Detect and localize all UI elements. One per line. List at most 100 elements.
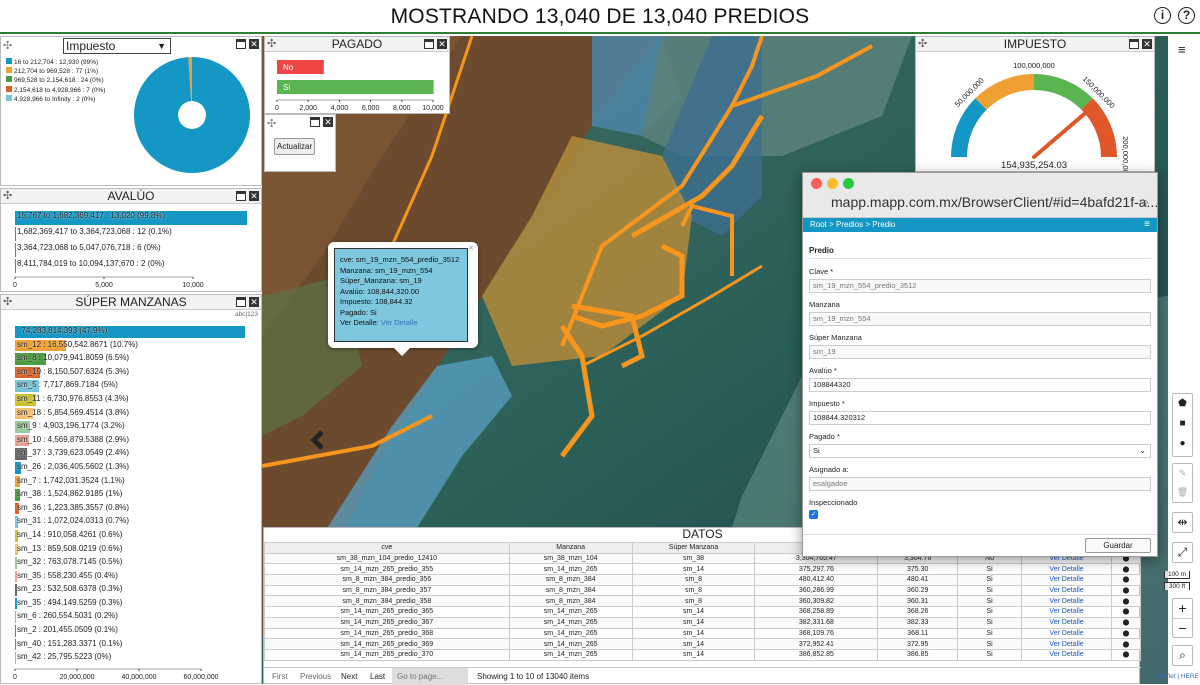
close-icon[interactable]: ✕ — [249, 191, 259, 201]
ver-detalle-link[interactable]: Ver Detalle — [1021, 616, 1112, 629]
move-handle-icon[interactable]: ✣ — [3, 39, 12, 52]
map-pin-icon[interactable]: ⬤ — [1110, 584, 1142, 597]
map-pin-icon[interactable]: ⬤ — [1110, 595, 1142, 608]
move-handle-icon[interactable]: ✣ — [267, 117, 276, 130]
pagado-bar[interactable] — [277, 80, 434, 94]
close-icon[interactable]: ✕ — [249, 297, 259, 307]
table-row[interactable]: sm_14_mzn_265_predio_368 sm_14_mzn_265 sm_… — [264, 627, 1142, 640]
window-close-button[interactable] — [811, 178, 822, 189]
fullscreen-icon[interactable]: ⤢ — [1172, 542, 1193, 563]
bar-row[interactable]: sm_10 : 4,569,879.5388 (2.9%) — [15, 434, 260, 448]
help-icon[interactable]: ? — [1178, 7, 1195, 24]
minimize-icon[interactable] — [424, 39, 434, 49]
bar-row[interactable]: sm_37 : 3,739,623.0549 (2.4%) — [15, 447, 260, 461]
minimize-icon[interactable] — [236, 191, 246, 201]
field-input[interactable]: 108844320 — [809, 378, 1151, 392]
bar-row[interactable]: 8,411,784,019 to 10,094,137,670 : 2 (0%) — [15, 258, 260, 274]
bar-row[interactable]: 3,364,723,068 to 5,047,076,718 : 6 (0%) — [15, 242, 260, 258]
delete-icon[interactable]: 🗑 — [1173, 483, 1192, 502]
bar-row[interactable]: sm_18 : 5,854,569.4514 (3.8%) — [15, 407, 260, 421]
sort-numeric-toggle[interactable]: 123 — [247, 311, 258, 318]
move-handle-icon[interactable]: ✣ — [3, 295, 12, 310]
table-row[interactable]: sm_8_mzn_384_predio_357 sm_8_mzn_384 sm_8 3… — [264, 584, 1142, 597]
zoom-in-button[interactable]: + — [1173, 599, 1192, 619]
sort-alpha-toggle[interactable]: abc — [235, 311, 245, 318]
polygon-tool-icon[interactable]: ⬟ — [1173, 394, 1192, 414]
search-icon[interactable]: ⌕ — [1142, 195, 1149, 210]
close-icon[interactable]: ✕ — [437, 39, 447, 49]
bar-row[interactable]: 1,682,369,417 to 3,364,723,068 : 12 (0.1… — [15, 226, 260, 242]
hamburger-menu-icon[interactable]: ≡ — [1178, 42, 1186, 57]
minimize-icon[interactable] — [310, 117, 320, 127]
ver-detalle-link[interactable]: Ver Detalle — [1021, 627, 1112, 640]
move-handle-icon[interactable]: ✣ — [918, 37, 927, 52]
window-maximize-button[interactable] — [843, 178, 854, 189]
bar-row[interactable]: sm_7 : 1,742,031.3524 (1.1%) — [15, 475, 260, 489]
table-row[interactable]: sm_14_mzn_265_predio_367 sm_14_mzn_265 sm_… — [264, 616, 1142, 629]
bar-row[interactable]: sm_35 : 494,149.5259 (0.3%) — [15, 597, 260, 611]
minimize-icon[interactable] — [236, 39, 246, 49]
bar-row[interactable]: sm_11 : 6,730,976.8553 (4.3%) — [15, 393, 260, 407]
breadcrumb-text[interactable]: Root > Predios > Predio — [810, 220, 895, 229]
column-header[interactable]: Súper Manzana — [631, 542, 756, 554]
bar-row[interactable]: sm_35 : 558,230.455 (0.4%) — [15, 570, 260, 584]
bar-row[interactable]: sm_5 : 7,717,869.7184 (5%) — [15, 379, 260, 393]
popup-detalle-link[interactable]: Ver Detalle — [381, 318, 418, 327]
close-icon[interactable]: ✕ — [323, 117, 333, 127]
inspeccionado-checkbox[interactable]: ✓ — [809, 510, 818, 519]
ver-detalle-link[interactable]: Ver Detalle — [1021, 606, 1112, 618]
bar-row[interactable]: sm_40 : 151,283.3371 (0.1%) — [15, 638, 260, 652]
table-row[interactable]: sm_14_mzn_265_predio_370 sm_14_mzn_265 sm_… — [264, 648, 1142, 661]
magnifier-icon[interactable]: ⌕ — [1172, 645, 1193, 666]
goto-page-input[interactable] — [392, 668, 468, 685]
map-pin-icon[interactable]: ⬤ — [1110, 648, 1142, 661]
bar-row[interactable]: sm_31 : 1,072,024.0313 (0.7%) — [15, 515, 260, 529]
bar-row[interactable]: sm_42 : 25,795.5223 (0%) — [15, 651, 260, 665]
menu-icon[interactable]: ≡ — [1144, 218, 1150, 232]
bar-row[interactable]: sm_19 : 8,150,507.6324 (5.3%) — [15, 366, 260, 380]
table-row[interactable]: sm_14_mzn_265_predio_355 sm_14_mzn_265 sm_… — [264, 563, 1142, 576]
table-row[interactable]: sm_8_mzn_384_predio_358 sm_8_mzn_384 sm_8 3… — [264, 595, 1142, 608]
map-pin-icon[interactable]: ⬤ — [1110, 574, 1142, 586]
variable-select[interactable]: Impuesto ▼ — [63, 38, 171, 54]
pager-last-button[interactable]: Last — [370, 672, 385, 681]
bar-row[interactable]: sm_9 : 4,903,196.1774 (3.2%) — [15, 420, 260, 434]
bar-row[interactable]: sm_8 : 10,079,941.8059 (6.5%) — [15, 352, 260, 366]
map-pin-icon[interactable]: ⬤ — [1110, 616, 1142, 629]
bar-row[interactable]: sm_32 : 763,078.7145 (0.5%) — [15, 556, 260, 570]
bar-row[interactable]: sm_2 : 201,455.0509 (0.1%) — [15, 624, 260, 638]
close-icon[interactable]: ✕ — [249, 39, 259, 49]
info-icon[interactable]: i — [1154, 7, 1171, 24]
circle-tool-icon[interactable]: ● — [1173, 434, 1192, 454]
bar-row[interactable]: sm_36 : 1,223,385.3557 (0.8%) — [15, 502, 260, 516]
ver-detalle-link[interactable]: Ver Detalle — [1021, 584, 1112, 597]
edit-icon[interactable]: ✎ — [1173, 464, 1192, 483]
bar-row[interactable]: sm_26 : 2,036,405.5602 (1.3%) — [15, 461, 260, 475]
rectangle-tool-icon[interactable]: ■ — [1173, 414, 1192, 434]
bar-row[interactable]: sm_6 : 260,554.5031 (0.2%) — [15, 610, 260, 624]
pager-first-button[interactable]: First — [272, 672, 288, 681]
column-header[interactable]: Manzana — [508, 542, 633, 554]
zoom-out-button[interactable]: − — [1173, 619, 1192, 638]
bar-row[interactable]: sm_12 : 16,550,542.8671 (10.7%) — [15, 339, 260, 353]
popup-close-button[interactable]: × — [468, 243, 474, 254]
bar-row[interactable]: sm_38 : 1,524,862.9185 (1%) — [15, 488, 260, 502]
close-icon[interactable]: ✕ — [1142, 39, 1152, 49]
table-row[interactable]: sm_8_mzn_384_predio_356 sm_8_mzn_384 sm_8 4… — [264, 574, 1142, 586]
bar-row[interactable]: sm_14 : 910,058.4261 (0.6%) — [15, 529, 260, 543]
move-handle-icon[interactable]: ✣ — [3, 189, 12, 204]
split-view-icon[interactable]: ⇹ — [1172, 512, 1193, 533]
ver-detalle-link[interactable]: Ver Detalle — [1021, 648, 1112, 661]
move-handle-icon[interactable]: ✣ — [267, 37, 276, 52]
actualizar-button[interactable]: Actualizar — [274, 138, 316, 155]
minimize-icon[interactable] — [236, 297, 246, 307]
minimize-icon[interactable] — [1129, 39, 1139, 49]
map-pin-icon[interactable]: ⬤ — [1110, 563, 1142, 576]
ver-detalle-link[interactable]: Ver Detalle — [1021, 563, 1112, 576]
ver-detalle-link[interactable]: Ver Detalle — [1021, 638, 1112, 650]
table-row[interactable]: sm_14_mzn_265_predio_365 sm_14_mzn_265 sm_… — [264, 606, 1142, 618]
table-row[interactable]: sm_14_mzn_265_predio_369 sm_14_mzn_265 sm_… — [264, 638, 1142, 650]
pagado-select[interactable]: Si ⌄ — [809, 444, 1151, 458]
map-attribution[interactable]: Leaflet | HERE — [1156, 673, 1199, 680]
bar-row[interactable]: sm_13 : 859,508.0219 (0.6%) — [15, 543, 260, 557]
